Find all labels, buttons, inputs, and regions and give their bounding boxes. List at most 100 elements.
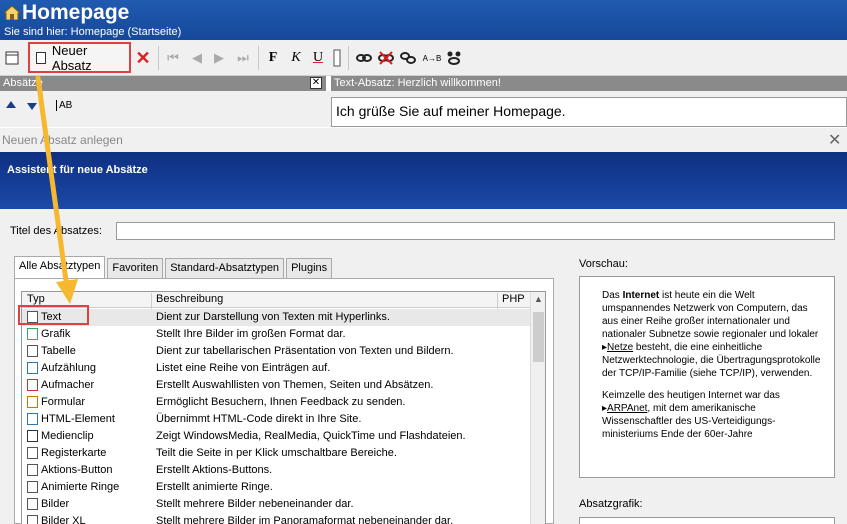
column-description[interactable]: Beschreibung — [156, 293, 223, 305]
paragraph-type-name: Bilder XL — [41, 515, 86, 524]
paragraph-type-name: Tabelle — [41, 345, 76, 357]
toolbar: Neuer Absatz ✕ ⏮ ◀ ▶ ⏭ F K U A→B — [0, 40, 847, 76]
list-item[interactable]: Bilder Stellt mehrere Bilder nebeneinande… — [22, 496, 530, 513]
app-header: Homepage Sie sind hier: Homepage (Starts… — [0, 0, 847, 40]
column-separator — [151, 293, 152, 309]
close-icon[interactable]: ✕ — [310, 77, 322, 89]
column-type[interactable]: Typ — [27, 293, 45, 305]
list-item[interactable]: Animierte Ringe Erstellt animierte Ringe. — [22, 479, 530, 496]
list-item[interactable]: Formular Ermöglicht Besuchern, Ihnen Feed… — [22, 394, 530, 411]
paragraph-type-name: Grafik — [41, 328, 71, 340]
italic-button[interactable]: K — [289, 48, 303, 68]
preview-link-arpanet[interactable]: ARPAnet — [607, 403, 647, 414]
paragraph-type-icon — [27, 464, 38, 476]
tab-panel: Typ Beschreibung PHP Text Dient zur Darst… — [14, 278, 554, 524]
list-item[interactable]: Medienclip Zeigt WindowsMedia, RealMedia,… — [22, 428, 530, 445]
paragraph-type-name: Aktions-Button — [41, 464, 113, 476]
home-icon[interactable] — [4, 6, 20, 20]
paragraph-type-description: Dient zur tabellarischen Präsentation vo… — [156, 345, 454, 357]
breadcrumb[interactable]: Sie sind hier: Homepage (Startseite) — [4, 26, 181, 38]
list-item[interactable]: Aufzählung Listet eine Reihe von Einträge… — [22, 360, 530, 377]
delete-icon[interactable]: ✕ — [134, 48, 152, 68]
list-item[interactable]: Grafik Stellt Ihre Bilder im großen Forma… — [22, 326, 530, 343]
prev-icon[interactable]: ◀ — [190, 48, 204, 68]
paragraph-type-description: Zeigt WindowsMedia, RealMedia, QuickTime… — [156, 430, 466, 442]
list-header: Typ Beschreibung PHP — [22, 292, 530, 309]
scroll-thumb[interactable] — [533, 312, 544, 362]
preview-paragraph-1: Das Internet ist heute ein die Welt umsp… — [602, 290, 821, 379]
new-paragraph-dialog: Neuen Absatz anlegen ✕ Assistent für neu… — [0, 128, 847, 524]
paragraph-title-label: Titel des Absatzes: — [10, 225, 102, 237]
paragraph-type-icon — [27, 515, 38, 524]
column-php[interactable]: PHP — [502, 293, 525, 305]
paragraph-type-icon — [27, 413, 38, 425]
new-paragraph-button[interactable]: Neuer Absatz — [28, 42, 131, 73]
paragraph-type-name: Medienclip — [41, 430, 94, 442]
bold-button[interactable]: F — [266, 48, 280, 68]
text-field-icon[interactable] — [332, 48, 342, 68]
preview-label: Vorschau: — [579, 258, 628, 270]
tab-plugins[interactable]: Plugins — [286, 258, 333, 278]
replace-icon[interactable]: A→B — [423, 48, 442, 68]
underline-button[interactable]: U — [311, 48, 325, 68]
tab-standard-types[interactable]: Standard-Absatztypen — [165, 258, 285, 278]
paragraph-type-icon — [27, 396, 38, 408]
list-item[interactable]: Aufmacher Erstellt Auswahllisten von Them… — [22, 377, 530, 394]
paragraph-type-name: HTML-Element — [41, 413, 115, 425]
tab-all-types[interactable]: Alle Absatztypen — [14, 256, 106, 278]
toolbar-separator — [158, 46, 159, 70]
paragraph-type-name: Aufmacher — [41, 379, 95, 391]
wizard-heading: Assistent für neue Absätze — [7, 164, 148, 176]
preview-box: Das Internet ist heute ein die Welt umsp… — [579, 276, 835, 478]
last-icon[interactable]: ⏭ — [236, 48, 250, 68]
text-paragraph-panel-title: Text-Absatz: Herzlich willkommen! — [331, 76, 847, 91]
scroll-up-icon[interactable]: ▲ — [534, 294, 543, 304]
next-icon[interactable]: ▶ — [212, 48, 226, 68]
unlink-icon[interactable] — [378, 48, 394, 68]
preview-link-netze[interactable]: Netze — [607, 342, 633, 353]
paragraph-type-description: Erstellt Aktions-Buttons. — [156, 464, 273, 476]
move-up-icon[interactable] — [5, 100, 17, 115]
text-paragraph-content[interactable]: Ich grüße Sie auf meiner Homepage. — [331, 97, 847, 127]
page-icon[interactable] — [4, 48, 20, 68]
list-item[interactable]: Aktions-Button Erstellt Aktions-Buttons. — [22, 462, 530, 479]
column-separator — [497, 293, 498, 309]
anchor-icon[interactable] — [446, 48, 462, 68]
text-row-highlight — [18, 305, 89, 325]
list-item[interactable]: HTML-Element Übernimmt HTML-Code direkt i… — [22, 411, 530, 428]
paragraph-type-list[interactable]: Typ Beschreibung PHP Text Dient zur Darst… — [21, 291, 546, 524]
paragraph-graphic-label: Absatzgrafik: — [579, 498, 643, 510]
paragraph-type-description: Erstellt animierte Ringe. — [156, 481, 273, 493]
tab-favorites[interactable]: Favoriten — [107, 258, 164, 278]
type-tabs: Alle Absatztypen Favoriten Standard-Absa… — [14, 256, 334, 278]
text-paragraph-icon[interactable]: AB — [56, 100, 73, 111]
paragraph-type-name: Bilder — [41, 498, 70, 510]
list-scrollbar[interactable]: ▲ — [530, 292, 545, 524]
paragraph-type-icon — [27, 430, 38, 442]
paragraph-graphic-box — [579, 517, 835, 524]
preview-paragraph-2: Keimzelle des heutigen Internet war das … — [602, 390, 780, 440]
move-down-icon[interactable] — [26, 100, 38, 115]
list-item[interactable]: Text Dient zur Darstellung von Texten mit… — [22, 309, 530, 326]
paragraph-type-description: Dient zur Darstellung von Texten mit Hyp… — [156, 311, 390, 323]
dialog-title: Neuen Absatz anlegen — [2, 133, 123, 147]
new-paragraph-label: Neuer Absatz — [51, 42, 92, 73]
wizard-banner: Assistent für neue Absätze — [0, 152, 847, 209]
first-icon[interactable]: ⏮ — [166, 48, 180, 68]
paragraph-title-input[interactable] — [116, 222, 835, 240]
paragraph-type-description: Stellt mehrere Bilder im Panoramaformat … — [156, 515, 454, 524]
link-icon[interactable] — [356, 48, 372, 68]
paragraph-type-icon — [27, 481, 38, 493]
list-item[interactable]: Registerkarte Teilt die Seite in per Klic… — [22, 445, 530, 462]
toolbar-separator — [348, 46, 349, 70]
paragraph-type-icon — [27, 498, 38, 510]
paragraph-type-description: Ermöglicht Besuchern, Ihnen Feedback zu … — [156, 396, 406, 408]
paragraph-type-icon — [27, 447, 38, 459]
dialog-close-icon[interactable]: ✕ — [828, 130, 841, 150]
list-item[interactable]: Tabelle Dient zur tabellarischen Präsenta… — [22, 343, 530, 360]
toolbar-separator — [258, 46, 259, 70]
link-edit-icon[interactable] — [400, 48, 416, 68]
list-item[interactable]: Bilder XL Stellt mehrere Bilder im Panora… — [22, 513, 530, 524]
paragraph-type-name: Aufzählung — [41, 362, 97, 374]
paragraph-type-description: Übernimmt HTML-Code direkt in Ihre Site. — [156, 413, 362, 425]
